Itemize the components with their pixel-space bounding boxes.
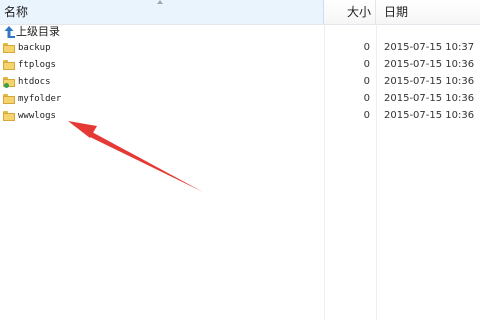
column-header: 名称 大小 日期 (0, 0, 480, 25)
file-size: 0 (363, 76, 370, 87)
file-date: 2015-07-15 10:36 (384, 59, 475, 70)
folder-icon (3, 94, 15, 104)
file-row[interactable]: ftplogs 0 2015-07-15 10:36 (0, 57, 480, 73)
folder-icon (3, 111, 15, 121)
file-date: 2015-07-15 10:37 (384, 42, 475, 53)
file-date: 2015-07-15 10:36 (384, 110, 475, 121)
parent-directory-label: 上级目录 (16, 25, 60, 38)
file-name: myfolder (18, 94, 62, 104)
file-name: ftplogs (18, 60, 56, 70)
file-row[interactable]: myfolder 0 2015-07-15 10:36 (0, 91, 480, 107)
folder-icon (3, 60, 15, 70)
parent-directory-row[interactable]: 上级目录 (0, 24, 480, 40)
up-arrow-icon (4, 26, 15, 38)
annotation-arrow-shaft (90, 132, 203, 192)
file-date: 2015-07-15 10:36 (384, 76, 475, 87)
folder-icon (3, 43, 15, 53)
file-row[interactable]: backup 0 2015-07-15 10:37 (0, 40, 480, 56)
file-size: 0 (363, 93, 370, 104)
file-size: 0 (363, 42, 370, 53)
file-row[interactable]: htdocs 0 2015-07-15 10:36 (0, 74, 480, 90)
file-name: backup (18, 43, 51, 53)
file-size: 0 (363, 110, 370, 121)
sort-ascending-icon (157, 0, 163, 4)
file-row[interactable]: wwwlogs 0 2015-07-15 10:36 (0, 108, 480, 124)
file-size: 0 (363, 59, 370, 70)
folder-web-icon (3, 77, 15, 88)
column-header-size[interactable]: 大小 (324, 0, 376, 24)
file-date: 2015-07-15 10:36 (384, 93, 475, 104)
column-header-date[interactable]: 日期 (376, 0, 480, 24)
file-name: htdocs (18, 77, 51, 87)
file-name: wwwlogs (18, 111, 56, 121)
